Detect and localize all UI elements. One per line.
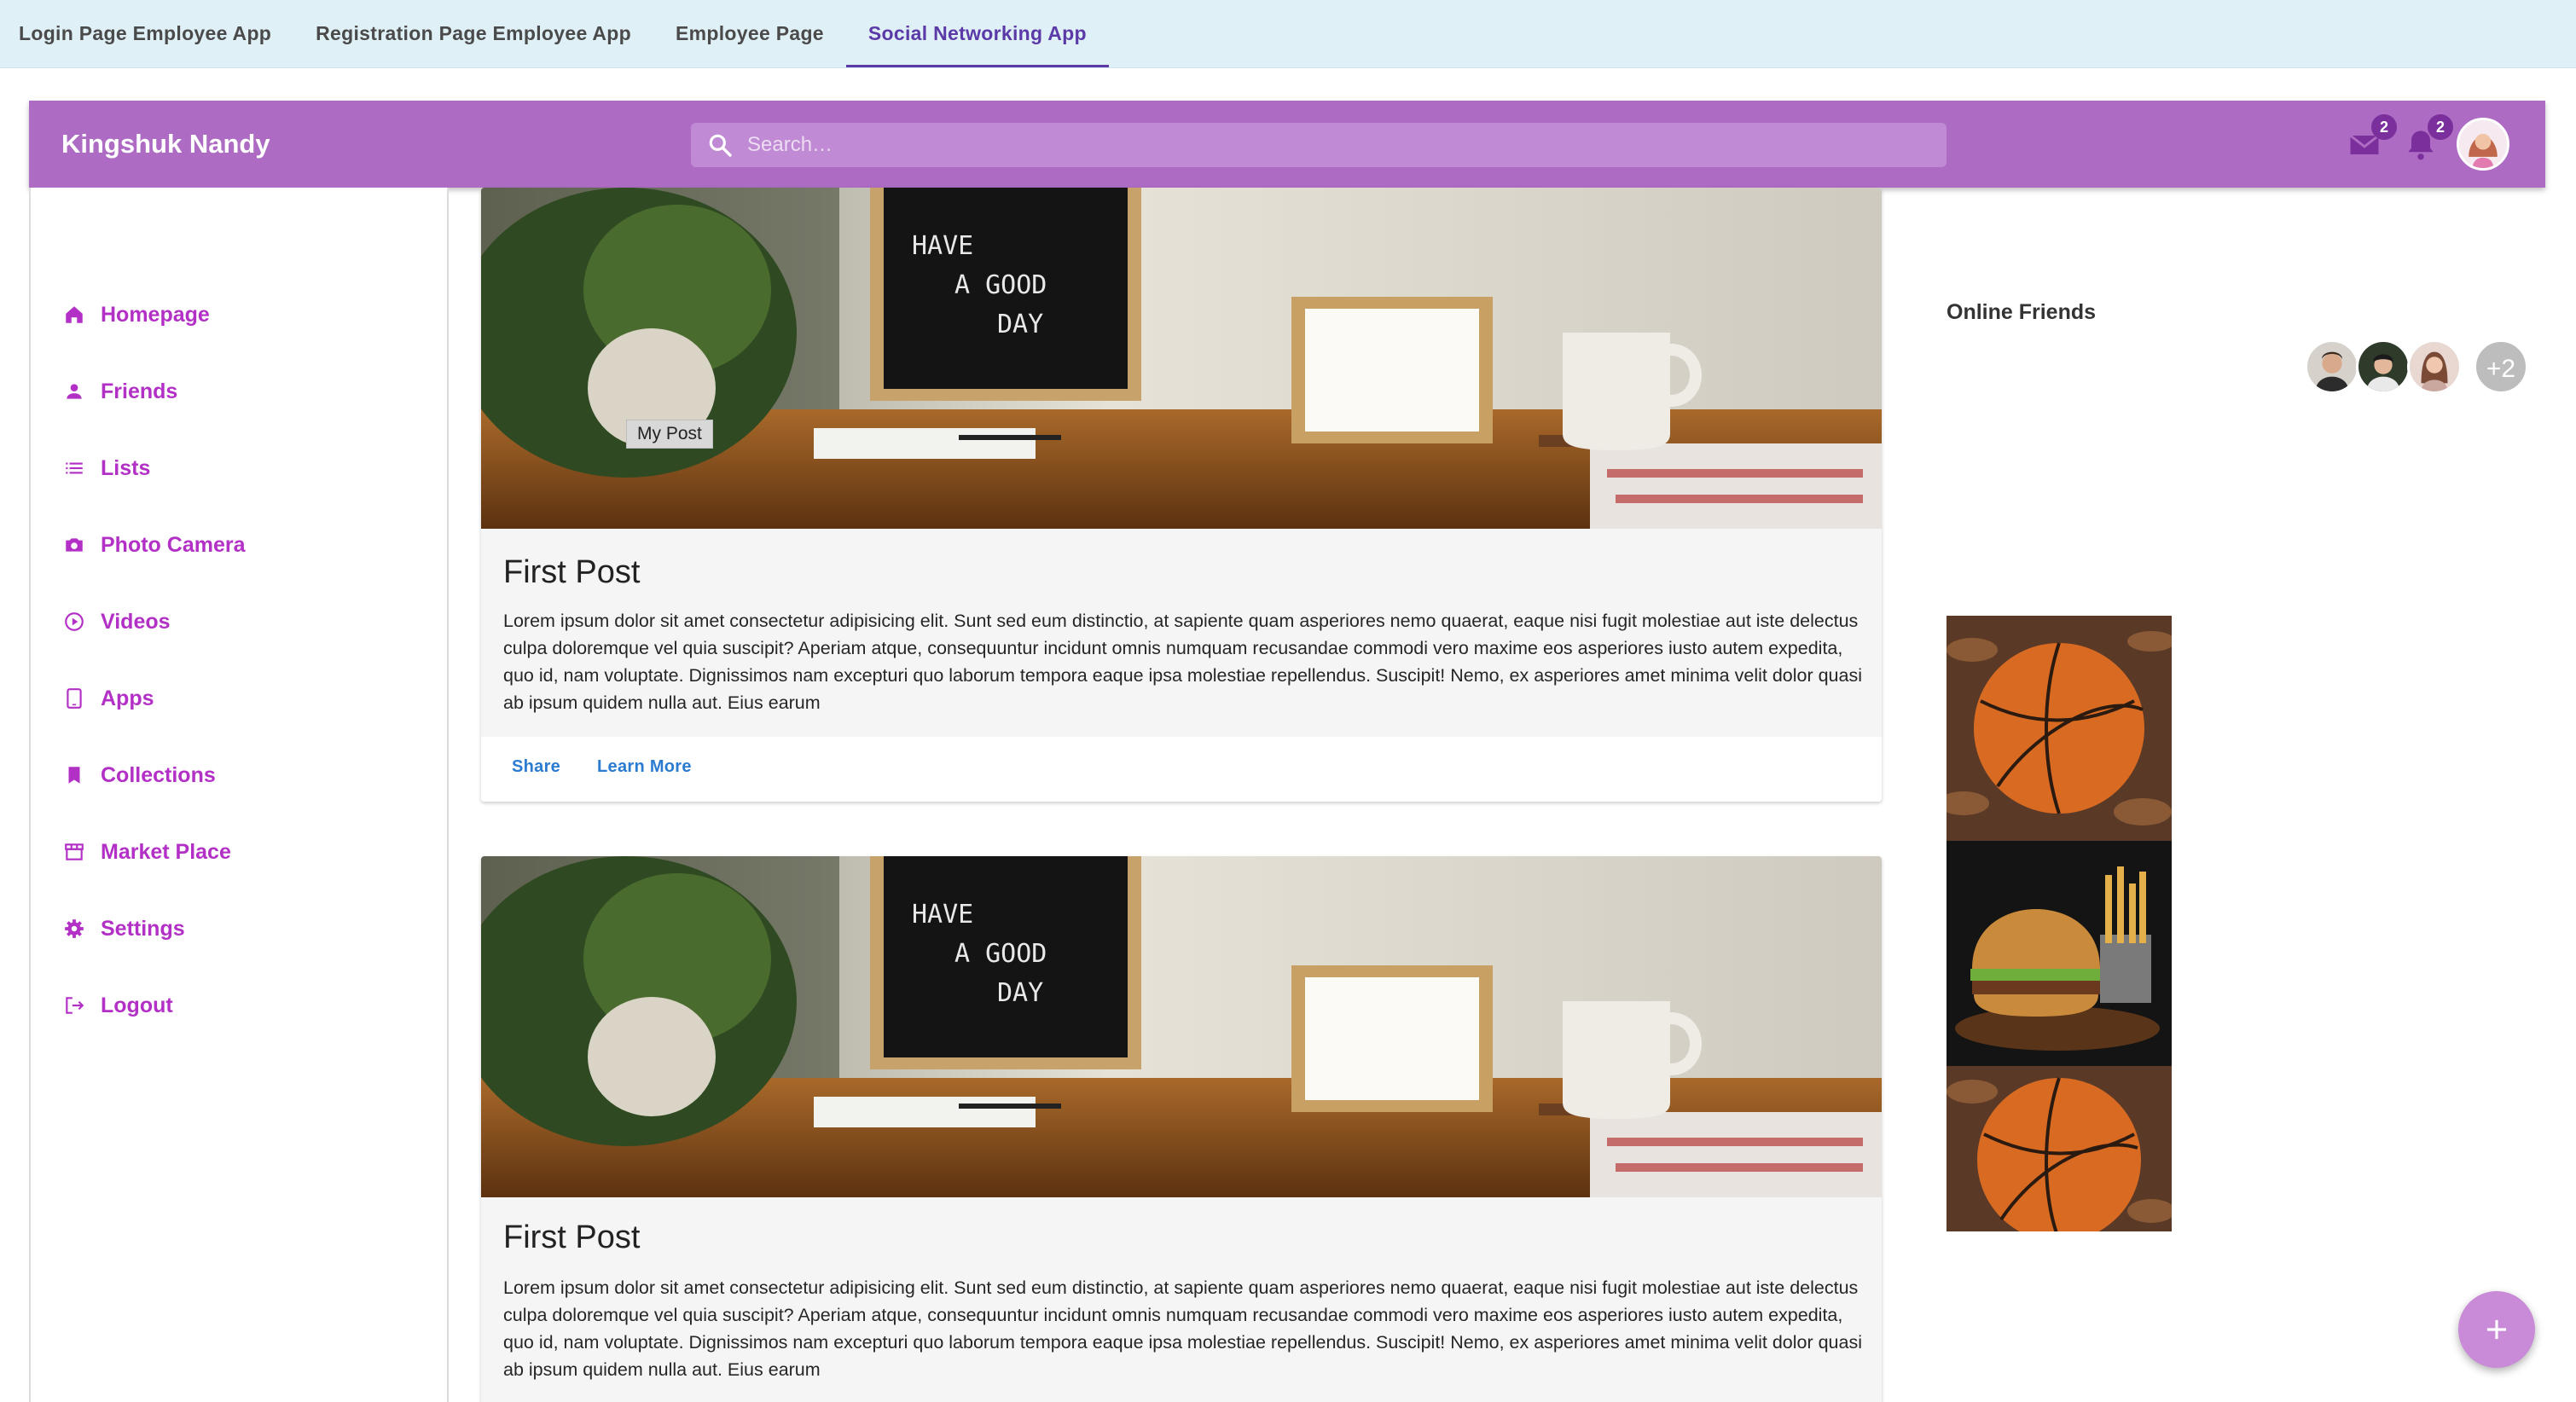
search-input[interactable] [747,123,1933,167]
gallery-image-basketball[interactable] [1947,1066,2172,1231]
more-friends-count[interactable]: +2 [2474,339,2528,394]
sidebar-item-photo-camera[interactable]: Photo Camera [63,524,245,566]
top-tab-bar: Login Page Employee App Registration Pag… [0,0,2576,68]
notifications-badge: 2 [2428,114,2453,140]
sign-text-line: A GOOD [954,939,1047,969]
sign-text-line: HAVE [912,231,973,261]
app-header: Kingshuk Nandy 2 2 [29,101,2545,188]
online-friend-avatar[interactable] [2305,339,2359,394]
post-body: Lorem ipsum dolor sit amet consectetur a… [503,1277,1862,1380]
brand-title[interactable]: Kingshuk Nandy [61,101,270,188]
post-photo-illustration: HAVE A GOOD DAY [481,188,1882,529]
search-icon [709,134,732,157]
post-card: HAVE A GOOD DAY First Post Lorem ipsum d… [481,856,1882,1402]
post-title: First Post [503,1220,641,1255]
sidebar-item-collections[interactable]: Collections [63,754,216,797]
online-friends-title: Online Friends [1947,300,2097,324]
mail-badge: 2 [2371,114,2397,140]
basketball-image [1947,1066,2172,1231]
sign-text-line: HAVE [912,900,973,930]
tab-employee-page[interactable]: Employee Page [653,0,846,67]
sidebar-item-market-place[interactable]: Market Place [63,831,231,873]
learn-more-button[interactable]: Learn More [597,757,692,777]
sidebar-item-label: Apps [101,686,154,710]
list-icon [66,462,83,474]
post-actions: Share Learn More [481,737,1882,802]
sidebar-item-videos[interactable]: Videos [63,600,171,643]
sidebar-item-lists[interactable]: Lists [63,447,150,490]
post-photo-illustration: HAVE A GOOD DAY [481,856,1882,1197]
tab-registration-page[interactable]: Registration Page Employee App [293,0,653,67]
sidebar-item-friends[interactable]: Friends [63,370,177,413]
logout-icon [66,997,84,1014]
sidebar-item-label: Homepage [101,302,210,327]
sidebar-item-label: Videos [101,609,171,634]
sidebar: Homepage Friends Lists Photo Camera Vide… [29,188,449,1402]
sidebar-item-homepage[interactable]: Homepage [63,293,210,336]
post-tooltip: My Post [626,420,713,449]
camera-icon [66,538,83,552]
sign-text-line: DAY [997,978,1043,1008]
user-avatar[interactable] [2457,118,2509,171]
friend-avatar-icon [2358,342,2408,391]
basketball-image [1947,616,2172,841]
add-post-button[interactable] [2458,1291,2535,1368]
tab-login-page[interactable]: Login Page Employee App [0,0,293,67]
sidebar-item-label: Settings [101,916,185,941]
online-friend-avatar[interactable] [2356,339,2411,394]
sidebar-item-label: Friends [101,379,178,403]
gallery-image-basketball[interactable] [1947,616,2172,841]
sidebar-item-label: Photo Camera [101,532,246,557]
storefront-icon [65,843,84,860]
search-bar [691,123,1947,167]
tab-social-networking-app[interactable]: Social Networking App [845,0,1109,67]
post-title: First Post [503,554,641,590]
online-friend-avatar[interactable] [2407,339,2462,394]
post-image[interactable]: HAVE A GOOD DAY [481,856,1882,1197]
sign-text-line: A GOOD [954,270,1047,300]
sidebar-item-label: Lists [101,455,151,480]
tablet-icon [67,688,82,709]
notifications-button[interactable]: 2 [2402,114,2453,164]
user-avatar-icon [2459,120,2507,168]
person-icon [67,384,82,399]
gallery-image-burger[interactable] [1947,841,2172,1066]
burger-image [1947,841,2172,1066]
friend-avatar-icon [2307,342,2357,391]
sign-text-line: DAY [997,310,1043,339]
bookmark-icon [68,767,80,784]
sidebar-item-apps[interactable]: Apps [63,677,154,720]
sidebar-item-label: Logout [101,993,173,1017]
post-image[interactable]: HAVE A GOOD DAY My Post [481,188,1882,529]
post-card: HAVE A GOOD DAY My Post First Post Lorem… [481,188,1882,802]
sidebar-item-logout[interactable]: Logout [63,984,173,1027]
home-icon [66,306,83,323]
plus-icon [2486,1319,2507,1340]
post-body: Lorem ipsum dolor sit amet consectetur a… [503,611,1862,713]
sidebar-item-label: Collections [101,762,216,787]
gear-icon [65,919,84,938]
share-button[interactable]: Share [512,757,560,777]
friend-avatar-icon [2410,342,2459,391]
sidebar-item-label: Market Place [101,839,231,864]
mail-button[interactable]: 2 [2346,114,2397,164]
sidebar-item-settings[interactable]: Settings [63,907,185,950]
play-circle-icon [65,612,84,631]
